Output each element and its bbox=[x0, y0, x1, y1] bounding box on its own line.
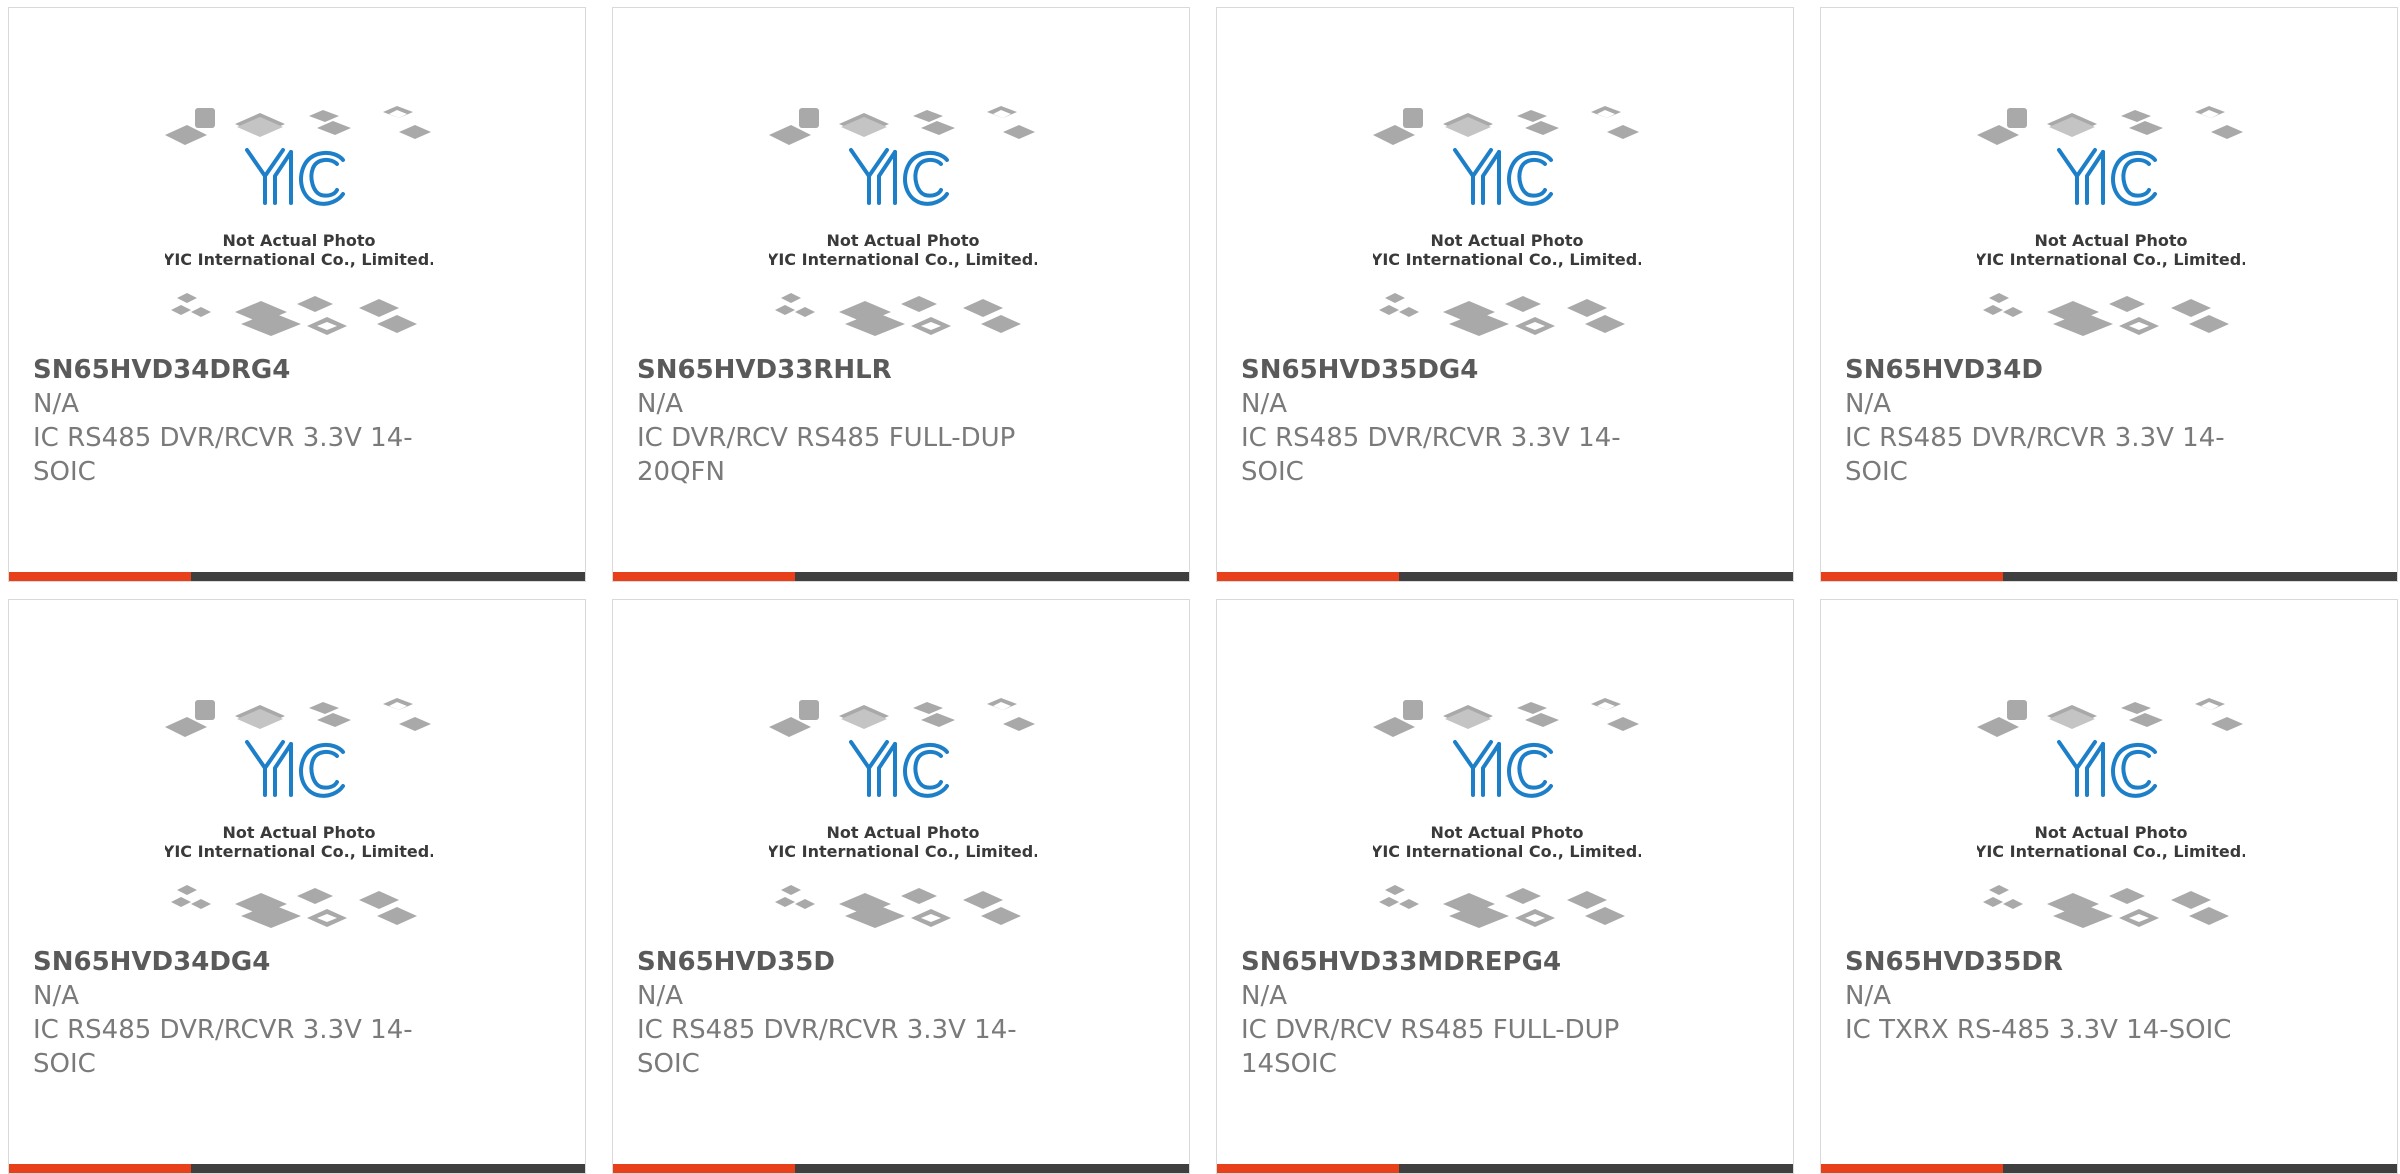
product-description: IC DVR/RCV RS485 FULL-DUP 14SOIC bbox=[1241, 1015, 1620, 1079]
product-card[interactable]: Not Actual Photo YIC International Co., … bbox=[1820, 7, 2398, 582]
part-number[interactable]: SN65HVD34DG4 bbox=[33, 945, 463, 979]
product-description: IC RS485 DVR/RCVR 3.3V 14-SOIC bbox=[33, 1015, 413, 1079]
card-bottom-bar-accent bbox=[613, 572, 795, 581]
card-bottom-bar bbox=[613, 1164, 1189, 1173]
placeholder-caption-line2: YIC International Co., Limited. bbox=[1373, 842, 1641, 861]
product-card[interactable]: Not Actual Photo YIC International Co., … bbox=[1216, 599, 1794, 1174]
card-bottom-bar-accent bbox=[1821, 1164, 2003, 1173]
card-bottom-bar-accent bbox=[9, 572, 191, 581]
card-bottom-bar bbox=[9, 572, 585, 581]
manufacturer: N/A bbox=[637, 389, 683, 419]
part-number[interactable]: SN65HVD35DR bbox=[1845, 945, 2275, 979]
card-bottom-bar bbox=[1821, 1164, 2397, 1173]
manufacturer: N/A bbox=[637, 981, 683, 1011]
product-placeholder-image[interactable]: Not Actual Photo YIC International Co., … bbox=[769, 690, 1037, 940]
product-info: SN65HVD34DRG4 N/A IC RS485 DVR/RCVR 3.3V 1… bbox=[33, 353, 463, 489]
product-placeholder-image[interactable]: Not Actual Photo YIC International Co., … bbox=[1373, 690, 1641, 940]
product-placeholder-image[interactable]: Not Actual Photo YIC International Co., … bbox=[1977, 690, 2245, 940]
card-bottom-bar bbox=[1217, 572, 1793, 581]
product-description: IC RS485 DVR/RCVR 3.3V 14-SOIC bbox=[637, 1015, 1017, 1079]
product-placeholder-image[interactable]: Not Actual Photo YIC International Co., … bbox=[165, 690, 433, 940]
product-info: SN65HVD35DR N/A IC TXRX RS-485 3.3V 14-SOI… bbox=[1845, 945, 2275, 1047]
manufacturer: N/A bbox=[1241, 389, 1287, 419]
card-bottom-bar bbox=[613, 572, 1189, 581]
part-number[interactable]: SN65HVD34D bbox=[1845, 353, 2275, 387]
product-placeholder-image[interactable]: Not Actual Photo YIC International Co., … bbox=[769, 98, 1037, 348]
placeholder-caption-line1: Not Actual Photo bbox=[222, 231, 375, 250]
card-bottom-bar-accent bbox=[613, 1164, 795, 1173]
part-number[interactable]: SN65HVD33MDREPG4 bbox=[1241, 945, 1671, 979]
product-card[interactable]: Not Actual Photo YIC International Co., … bbox=[8, 599, 586, 1174]
product-info: SN65HVD35DG4 N/A IC RS485 DVR/RCVR 3.3V 14… bbox=[1241, 353, 1671, 489]
product-info: SN65HVD33RHLR N/A IC DVR/RCV RS485 FULL-DU… bbox=[637, 353, 1067, 489]
product-card[interactable]: Not Actual Photo YIC International Co., … bbox=[1216, 7, 1794, 582]
placeholder-caption-line1: Not Actual Photo bbox=[222, 823, 375, 842]
placeholder-caption-line2: YIC International Co., Limited. bbox=[1373, 250, 1641, 269]
product-card[interactable]: Not Actual Photo YIC International Co., … bbox=[8, 7, 586, 582]
part-number[interactable]: SN65HVD35DG4 bbox=[1241, 353, 1671, 387]
product-info: SN65HVD35D N/A IC RS485 DVR/RCVR 3.3V 14-S… bbox=[637, 945, 1067, 1081]
card-bottom-bar bbox=[9, 1164, 585, 1173]
manufacturer: N/A bbox=[33, 981, 79, 1011]
product-description: IC RS485 DVR/RCVR 3.3V 14-SOIC bbox=[1241, 423, 1621, 487]
part-number[interactable]: SN65HVD35D bbox=[637, 945, 1067, 979]
placeholder-caption-line2: YIC International Co., Limited. bbox=[1977, 842, 2245, 861]
placeholder-caption-line2: YIC International Co., Limited. bbox=[165, 842, 433, 861]
placeholder-caption-line2: YIC International Co., Limited. bbox=[165, 250, 433, 269]
product-description: IC DVR/RCV RS485 FULL-DUP 20QFN bbox=[637, 423, 1016, 487]
product-card[interactable]: Not Actual Photo YIC International Co., … bbox=[612, 7, 1190, 582]
product-info: SN65HVD33MDREPG4 N/A IC DVR/RCV RS485 FULL… bbox=[1241, 945, 1671, 1081]
product-card[interactable]: Not Actual Photo YIC International Co., … bbox=[612, 599, 1190, 1174]
card-bottom-bar bbox=[1217, 1164, 1793, 1173]
part-number[interactable]: SN65HVD34DRG4 bbox=[33, 353, 463, 387]
placeholder-caption-line1: Not Actual Photo bbox=[1430, 823, 1583, 842]
manufacturer: N/A bbox=[33, 389, 79, 419]
product-grid: Not Actual Photo YIC International Co., … bbox=[8, 7, 2398, 1174]
product-description: IC RS485 DVR/RCVR 3.3V 14-SOIC bbox=[33, 423, 413, 487]
placeholder-caption-line2: YIC International Co., Limited. bbox=[769, 842, 1037, 861]
product-info: SN65HVD34D N/A IC RS485 DVR/RCVR 3.3V 14-S… bbox=[1845, 353, 2275, 489]
manufacturer: N/A bbox=[1845, 981, 1891, 1011]
placeholder-caption-line1: Not Actual Photo bbox=[2034, 823, 2187, 842]
part-number[interactable]: SN65HVD33RHLR bbox=[637, 353, 1067, 387]
manufacturer: N/A bbox=[1241, 981, 1287, 1011]
placeholder-caption-line2: YIC International Co., Limited. bbox=[769, 250, 1037, 269]
placeholder-caption-line1: Not Actual Photo bbox=[826, 823, 979, 842]
card-bottom-bar-accent bbox=[1217, 1164, 1399, 1173]
product-placeholder-image[interactable]: Not Actual Photo YIC International Co., … bbox=[1373, 98, 1641, 348]
card-bottom-bar-accent bbox=[9, 1164, 191, 1173]
card-bottom-bar bbox=[1821, 572, 2397, 581]
product-description: IC TXRX RS-485 3.3V 14-SOIC bbox=[1845, 1015, 2232, 1045]
card-bottom-bar-accent bbox=[1217, 572, 1399, 581]
placeholder-caption-line1: Not Actual Photo bbox=[1430, 231, 1583, 250]
product-placeholder-image[interactable]: Not Actual Photo YIC International Co., … bbox=[165, 98, 433, 348]
placeholder-caption-line1: Not Actual Photo bbox=[826, 231, 979, 250]
product-placeholder-image[interactable]: Not Actual Photo YIC International Co., … bbox=[1977, 98, 2245, 348]
manufacturer: N/A bbox=[1845, 389, 1891, 419]
product-info: SN65HVD34DG4 N/A IC RS485 DVR/RCVR 3.3V 14… bbox=[33, 945, 463, 1081]
card-bottom-bar-accent bbox=[1821, 572, 2003, 581]
product-card[interactable]: Not Actual Photo YIC International Co., … bbox=[1820, 599, 2398, 1174]
placeholder-caption-line2: YIC International Co., Limited. bbox=[1977, 250, 2245, 269]
placeholder-caption-line1: Not Actual Photo bbox=[2034, 231, 2187, 250]
product-description: IC RS485 DVR/RCVR 3.3V 14-SOIC bbox=[1845, 423, 2225, 487]
